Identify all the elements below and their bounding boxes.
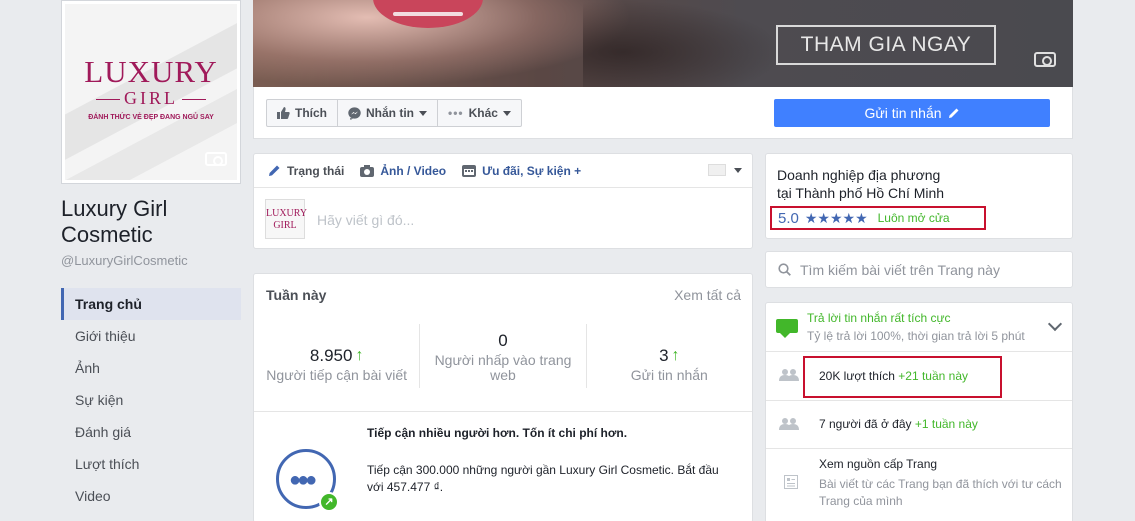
pencil-icon (948, 108, 959, 118)
chevron-down-icon (419, 110, 427, 116)
post-composer: Trạng thái Ảnh / Video Ưu đãi, Sự kiện +… (253, 153, 753, 249)
rating-value[interactable]: 5.0 (778, 210, 799, 227)
arrow-up-icon: ↑ (355, 347, 364, 364)
camera-icon (360, 164, 375, 177)
composer-input[interactable]: Hãy viết gì đó... (317, 212, 414, 228)
business-type: Doanh nghiệp địa phương tại Thành phố Hồ… (777, 166, 1057, 202)
response-title: Trả lời tin nhắn rất tích cực (807, 311, 951, 325)
tab-photo-label: Ảnh / Video (380, 163, 447, 178)
open-status: Luôn mở cửa (877, 211, 950, 225)
tab-status[interactable]: Trạng thái (268, 164, 344, 178)
chevron-down-icon[interactable] (734, 168, 742, 173)
checkins-text: 7 người đã ở đây +1 tuần này (819, 417, 978, 431)
check-badge-icon: ↗ (319, 492, 339, 512)
people-icon (779, 418, 799, 430)
page-feed-row[interactable]: Xem nguồn cấp Trang Bài viết từ các Tran… (766, 448, 1072, 521)
camera-icon[interactable] (205, 152, 227, 166)
tab-status-label: Trạng thái (287, 163, 345, 178)
people-icon (779, 369, 799, 381)
arrow-up-icon: ↑ (671, 347, 680, 364)
checkins-count: 7 người đã ở đây (819, 417, 912, 431)
tab-photo-video[interactable]: Ảnh / Video (360, 164, 446, 178)
message-button[interactable]: Nhắn tin (338, 99, 438, 127)
this-week-card: Tuần này Xem tất cả 8.950 ↑ Người tiếp c… (253, 273, 753, 521)
sidebar-item-reviews[interactable]: Đánh giá (61, 416, 241, 448)
avatar: LUXURY GIRL (265, 199, 307, 239)
like-label: Thích (295, 106, 327, 120)
sidebar-item-events[interactable]: Sự kiện (61, 384, 241, 416)
stat-messages[interactable]: 3 ↑ Gửi tin nhắn (585, 324, 752, 388)
sidebar-item-photos[interactable]: Ảnh (61, 352, 241, 384)
pencil-icon (269, 165, 280, 176)
star-rating-icon[interactable]: ★★★★★ (805, 210, 868, 227)
chevron-down-icon[interactable] (1047, 316, 1063, 332)
promo-text: Tiếp cận 300.000 những người gần Luxury … (367, 463, 719, 494)
promo-title: Tiếp cận nhiều người hơn. Tốn ít chi phí… (367, 426, 628, 440)
stat-website-clicks[interactable]: 0 Người nhấp vào trang web (419, 324, 585, 388)
page-handle[interactable]: @LuxuryGirlCosmetic (61, 253, 188, 268)
like-button[interactable]: Thích (266, 99, 338, 127)
sidebar-item-likes[interactable]: Lượt thích (61, 448, 241, 480)
business-info-card: Doanh nghiệp địa phương tại Thành phố Hồ… (765, 153, 1073, 239)
message-label: Nhắn tin (366, 106, 414, 120)
thumbs-up-icon (277, 107, 290, 119)
send-message-label: Gửi tin nhắn (864, 105, 942, 121)
page-title: Luxury Girl Cosmetic (61, 196, 168, 247)
stat-value: 3 (659, 346, 669, 365)
more-label: Khác (468, 106, 498, 120)
rating-highlight: 5.0 ★★★★★ Luôn mở cửa (770, 206, 986, 230)
cover-cta: THAM GIA NGAY (776, 25, 996, 65)
sidebar-nav: Trang chủ Giới thiệu Ảnh Sự kiện Đánh gi… (61, 288, 241, 512)
tab-offer-event[interactable]: Ưu đãi, Sự kiện + (462, 164, 581, 178)
feed-icon (784, 475, 798, 489)
page-avatar-small[interactable] (708, 164, 726, 176)
search-input[interactable]: Tìm kiếm bài viết trên Trang này (800, 262, 1000, 278)
page-info-card: Trả lời tin nhắn rất tích cực Tỷ lệ trả … (765, 302, 1073, 521)
page-search[interactable]: Tìm kiếm bài viết trên Trang này (765, 251, 1073, 288)
stat-label: Gửi tin nhắn (630, 367, 708, 383)
response-row[interactable]: Trả lời tin nhắn rất tích cực Tỷ lệ trả … (766, 303, 1072, 351)
response-subtitle: Tỷ lệ trả lời 100%, thời gian trả lời 5 … (807, 329, 1025, 343)
feed-title[interactable]: Xem nguồn cấp Trang (819, 457, 937, 471)
sidebar-item-about[interactable]: Giới thiệu (61, 320, 241, 352)
likes-delta: +21 tuần này (898, 369, 969, 383)
profile-logo: LUXURY GIRL ĐÁNH THỨC VẺ ĐẸP ĐANG NGỦ SA… (65, 4, 237, 180)
chevron-down-icon (502, 110, 511, 116)
camera-icon[interactable] (1034, 52, 1056, 67)
audience-icon: ●●● ↗ (276, 449, 339, 512)
more-button[interactable]: ••• Khác (438, 99, 522, 127)
checkins-delta: +1 tuần này (914, 417, 978, 431)
checkins-row[interactable]: 7 người đã ở đây +1 tuần này (766, 400, 1072, 448)
tab-offer-label: Ưu đãi, Sự kiện + (482, 163, 582, 178)
messenger-icon (348, 106, 361, 120)
see-all-link[interactable]: Xem tất cả (674, 287, 741, 303)
stat-label: Người tiếp cận bài viết (266, 367, 408, 383)
likes-count: 20K lượt thích (819, 369, 895, 383)
message-response-icon (776, 319, 798, 338)
sidebar-item-home[interactable]: Trang chủ (61, 288, 241, 320)
logo-sub: GIRL (65, 88, 237, 109)
stat-label: Người nhấp vào trang web (434, 352, 572, 383)
business-type-line2: tại Thành phố Hồ Chí Minh (777, 185, 945, 201)
likes-row[interactable]: 20K lượt thích +21 tuần này (766, 351, 1072, 400)
stat-value: 8.950 (309, 346, 353, 365)
week-title: Tuần này (266, 287, 327, 303)
cover-photo: THAM GIA NGAY (253, 0, 1073, 87)
action-bar: Thích Nhắn tin ••• Khác Gửi tin nhắn (253, 87, 1073, 139)
feed-subtitle: Bài viết từ các Trang bạn đã thích với t… (819, 477, 1062, 508)
likes-text: 20K lượt thích +21 tuần này (819, 369, 968, 383)
search-icon (778, 263, 791, 276)
stat-value: 0 (498, 331, 508, 350)
profile-picture[interactable]: LUXURY GIRL ĐÁNH THỨC VẺ ĐẸP ĐANG NGỦ SA… (61, 0, 241, 184)
logo-tagline: ĐÁNH THỨC VẺ ĐẸP ĐANG NGỦ SAY (88, 114, 214, 121)
logo-brand: LUXURY (84, 54, 218, 89)
send-message-button[interactable]: Gửi tin nhắn (774, 99, 1050, 127)
calendar-icon (462, 165, 477, 177)
stat-post-reach[interactable]: 8.950 ↑ Người tiếp cận bài viết (254, 324, 419, 388)
more-dots-icon: ••• (448, 106, 464, 120)
sidebar-item-videos[interactable]: Video (61, 480, 241, 512)
business-type-line1: Doanh nghiệp địa phương (777, 167, 941, 183)
